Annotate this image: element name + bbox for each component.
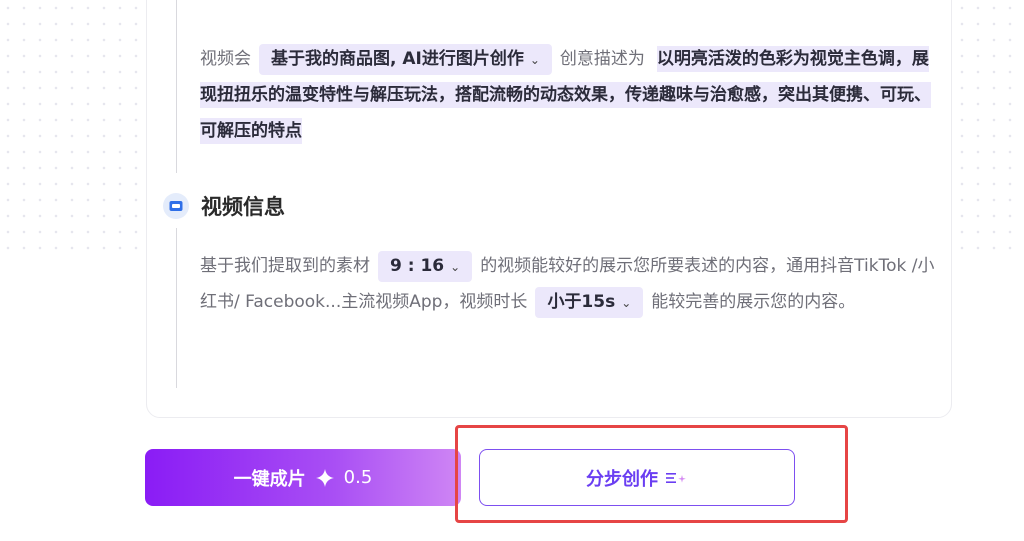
one-click-label: 一键成片 bbox=[233, 468, 306, 490]
chevron-down-icon: ⌄ bbox=[529, 53, 540, 67]
one-click-generate-button[interactable]: 一键成片 0.5 bbox=[145, 449, 461, 506]
credit-cost: 0.5 bbox=[343, 467, 373, 488]
chevron-down-icon: ⌄ bbox=[621, 296, 632, 310]
duration-value: 小于15s bbox=[547, 292, 616, 312]
video-info-text: 基于我们提取到的素材 bbox=[200, 256, 370, 276]
video-content-paragraph: 视频会 基于我的商品图, AI进行图片创作 ⌄ 创意描述为 以明亮活泼的色彩为视觉主色调… bbox=[200, 41, 935, 149]
video-icon bbox=[163, 193, 189, 219]
video-content-prefix: 视频会 bbox=[200, 49, 251, 69]
mode-select-label: 基于我的商品图, AI进行图片创作 bbox=[271, 49, 524, 69]
video-info-paragraph: 基于我们提取到的素材 9 : 16 ⌄ 的视频能较好的展示您所要表述的内容，通用抖音T… bbox=[200, 248, 935, 320]
dotted-background-left bbox=[0, 0, 150, 260]
timeline-line bbox=[176, 0, 177, 173]
video-info-title: 视频信息 bbox=[201, 195, 285, 219]
chevron-down-icon: ⌄ bbox=[450, 260, 461, 274]
step-label: 分步创作 bbox=[586, 468, 658, 490]
video-info-section-header: 视频信息 bbox=[163, 188, 285, 224]
step-by-step-button[interactable]: 分步创作 bbox=[479, 449, 795, 506]
sparkle-icon bbox=[315, 468, 334, 487]
timeline-line bbox=[176, 228, 177, 388]
aspect-ratio-chip[interactable]: 9 : 16 ⌄ bbox=[378, 251, 473, 282]
video-info-text: 能较完善的展示您的内容。 bbox=[651, 292, 856, 312]
aspect-ratio-value: 9 : 16 bbox=[390, 256, 445, 276]
mode-select-chip[interactable]: 基于我的商品图, AI进行图片创作 ⌄ bbox=[259, 44, 552, 75]
description-label: 创意描述为 bbox=[559, 49, 645, 69]
list-sparkle-icon bbox=[666, 471, 688, 485]
duration-chip[interactable]: 小于15s ⌄ bbox=[535, 287, 644, 318]
